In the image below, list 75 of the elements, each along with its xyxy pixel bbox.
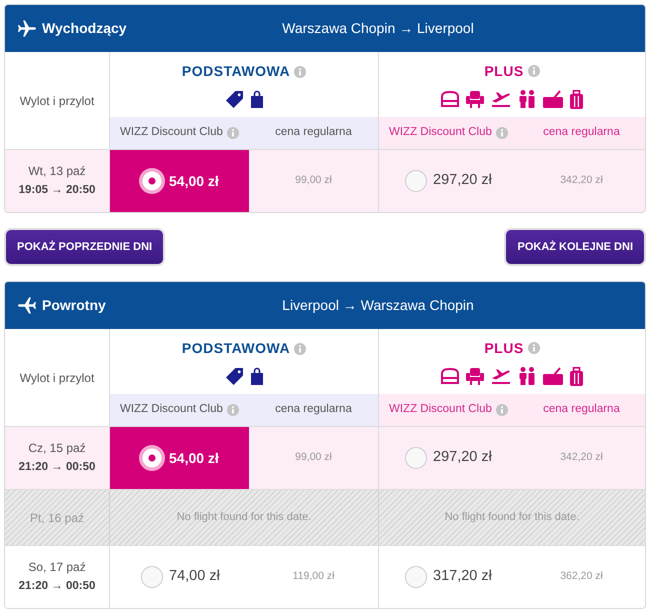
regular-price-label: cena regularna [275,402,352,418]
time-text: 19:05 → 20:50 [18,183,96,198]
people-icon [518,90,536,108]
regular-price-text: 362,20 zł [560,569,603,584]
radio-button[interactable] [139,445,165,471]
info-icon[interactable] [528,65,540,77]
regular-price-label: cena regularna [543,402,620,418]
tag-icon [226,90,242,108]
price-text: 297,20 zł [433,448,492,468]
fare-name: PLUS [484,338,524,358]
fare-name: PODSTAWOWA [182,62,290,81]
route-text: Liverpool → Warszawa Chopin [282,296,474,315]
no-flight-text: No flight found for this date. [176,510,312,526]
time-text: 21:20 → 00:50 [18,460,96,476]
day-navigation-button[interactable]: POKAŻ KOLEJNE DNI [504,228,646,266]
info-icon[interactable] [528,342,540,354]
info-icon[interactable] [496,404,508,416]
people-icon [518,367,536,385]
info-icon[interactable] [226,127,239,139]
club-label: WIZZ Discount Club [120,125,223,140]
info-icon[interactable] [294,342,306,354]
column-header-text: Wylot i przylot [20,370,94,386]
price-text: 317,20 zł [433,567,492,586]
radio-button[interactable] [141,566,163,588]
date-text: So, 17 paź [28,559,86,576]
plane-takeoff-icon [491,368,511,384]
regular-price-label: cena regularna [543,125,620,140]
regular-price-text: 119,00 zł [292,569,334,584]
plane-takeoff-icon [491,91,511,107]
radio-button[interactable] [405,170,427,192]
suitcase-icon [570,90,583,108]
regular-price-label: cena regularna [275,125,352,140]
price-text: 54,00 zł [169,448,219,468]
radio-button[interactable] [139,168,165,194]
date-text: Cz, 15 paź [28,440,86,458]
date-text: Pt, 16 paź [30,510,84,526]
radio-button[interactable] [405,566,427,588]
direction-title: Wychodzący [42,19,127,38]
bag-icon [250,90,262,108]
selected-fare-cell[interactable]: 54,00 zł [110,427,249,489]
club-label: WIZZ Discount Club [389,125,492,140]
club-label: WIZZ Discount Club [389,402,492,418]
regular-price-text: 342,20 zł [560,450,603,466]
bag-icon [250,367,262,385]
info-icon[interactable] [496,127,508,139]
price-text: 54,00 zł [169,172,219,190]
seat-icon [441,91,459,107]
direction-title: Powrotny [42,296,106,315]
info-icon[interactable] [294,66,306,78]
regular-price-text: 99,00 zł [295,450,332,466]
regular-price-text: 99,00 zł [295,173,332,188]
time-text: 21:20 → 00:50 [18,579,96,594]
fare-name: PODSTAWOWA [182,339,290,358]
fare-name: PLUS [484,62,524,80]
tag-icon [226,368,242,384]
plane-icon [18,297,36,314]
bag-icon [543,367,563,385]
route-text: Warszawa Chopin → Liverpool [282,19,474,38]
regular-price-text: 342,20 zł [560,173,603,188]
seat-icon [441,368,459,384]
selected-fare-cell[interactable]: 54,00 zł [110,150,249,212]
club-label: WIZZ Discount Club [120,402,223,418]
radio-button[interactable] [405,447,427,469]
date-text: Wt, 13 paź [28,163,86,180]
day-navigation-button[interactable]: POKAŻ POPRZEDNIE DNI [4,228,166,266]
column-header-text: Wylot i przylot [20,92,94,110]
info-icon[interactable] [226,404,239,416]
suitcase-icon [570,366,583,386]
price-text: 74,00 zł [169,567,220,586]
armchair-icon [466,368,484,384]
bag-icon [543,90,563,108]
price-text: 297,20 zł [433,171,492,190]
armchair-icon [466,90,484,108]
no-flight-text: No flight found for this date. [444,510,580,526]
plane-icon [18,20,36,37]
